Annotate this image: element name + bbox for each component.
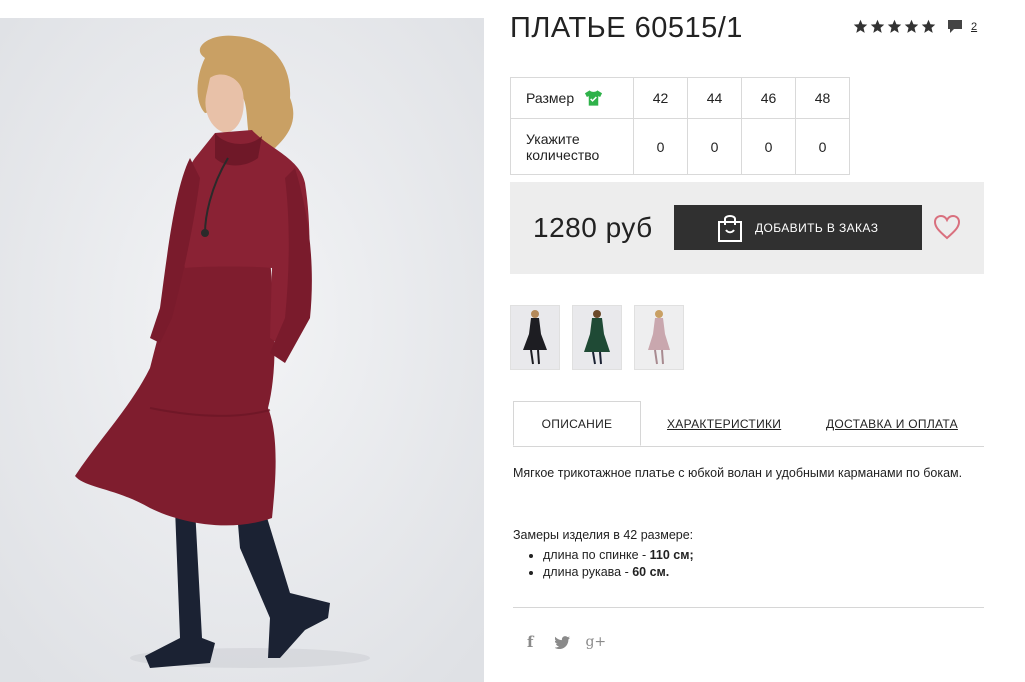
heart-icon[interactable] bbox=[933, 214, 961, 240]
tab-characteristics[interactable]: ХАРАКТЕРИСТИКИ bbox=[667, 417, 781, 431]
divider bbox=[513, 607, 984, 608]
comment-icon[interactable] bbox=[947, 19, 963, 34]
size-option[interactable]: 44 bbox=[687, 77, 742, 119]
measurement-value: 60 см. bbox=[632, 565, 670, 579]
thumbnail-green-dress[interactable] bbox=[572, 305, 622, 370]
size-option[interactable]: 48 bbox=[795, 77, 850, 119]
social-share: f g+ bbox=[527, 633, 606, 651]
color-thumbnails bbox=[510, 305, 696, 370]
quantity-input[interactable]: 0 bbox=[741, 118, 796, 175]
star-icon[interactable] bbox=[921, 19, 936, 34]
size-label-cell: Размер bbox=[510, 77, 634, 119]
quantity-label-line1: Укажите bbox=[526, 130, 580, 147]
twitter-icon[interactable] bbox=[555, 635, 571, 649]
add-to-order-label: ДОБАВИТЬ В ЗАКАЗ bbox=[755, 220, 879, 235]
rating-bar[interactable]: 2 bbox=[853, 19, 977, 34]
measurements-list: длина по спинке - 110 см; длина рукава -… bbox=[513, 547, 694, 581]
model-in-dress-illustration bbox=[0, 18, 484, 682]
size-option[interactable]: 46 bbox=[741, 77, 796, 119]
quantity-input[interactable]: 0 bbox=[687, 118, 742, 175]
star-icon[interactable] bbox=[904, 19, 919, 34]
measurement-label: длина по спинке - bbox=[543, 548, 650, 562]
product-description: Мягкое трикотажное платье с юбкой волан … bbox=[513, 466, 963, 480]
star-icon[interactable] bbox=[870, 19, 885, 34]
product-title: ПЛАТЬЕ 60515/1 bbox=[510, 12, 743, 44]
facebook-icon[interactable]: f bbox=[527, 633, 533, 651]
size-option[interactable]: 42 bbox=[633, 77, 688, 119]
product-price: 1280 руб bbox=[533, 212, 653, 243]
list-item: длина по спинке - 110 см; bbox=[543, 547, 694, 564]
list-item: длина рукава - 60 см. bbox=[543, 564, 694, 581]
measurement-label: длина рукава - bbox=[543, 565, 633, 579]
tab-delivery-payment[interactable]: ДОСТАВКА И ОПЛАТА bbox=[826, 417, 958, 431]
star-icon[interactable] bbox=[887, 19, 902, 34]
star-icon[interactable] bbox=[853, 19, 868, 34]
quantity-input[interactable]: 0 bbox=[795, 118, 850, 175]
price-panel: 1280 руб ДОБАВИТЬ В ЗАКАЗ bbox=[510, 182, 984, 274]
thumbnail-pink-dress[interactable] bbox=[634, 305, 684, 370]
quantity-input[interactable]: 0 bbox=[633, 118, 688, 175]
size-label: Размер bbox=[526, 90, 575, 106]
quantity-label-line2: количество bbox=[526, 146, 600, 163]
measurement-value: 110 см; bbox=[649, 548, 694, 562]
green-dress-thumbnail-image bbox=[573, 306, 621, 369]
size-quantity-table: Размер 42 44 46 48 Укажите количество 0 … bbox=[510, 77, 850, 175]
pink-dress-thumbnail-image bbox=[635, 306, 683, 369]
product-info-tabs: ОПИСАНИЕ ХАРАКТЕРИСТИКИ ДОСТАВКА И ОПЛАТ… bbox=[513, 401, 984, 447]
product-photo[interactable] bbox=[0, 18, 484, 682]
shopping-bag-icon bbox=[718, 214, 742, 242]
comment-count-link[interactable]: 2 bbox=[971, 21, 977, 33]
add-to-order-button[interactable]: ДОБАВИТЬ В ЗАКАЗ bbox=[674, 205, 922, 250]
tab-description[interactable]: ОПИСАНИЕ bbox=[513, 401, 641, 446]
size-chart-tshirt-icon[interactable] bbox=[584, 89, 603, 107]
thumbnail-black-dress[interactable] bbox=[510, 305, 560, 370]
google-plus-icon[interactable]: g+ bbox=[585, 634, 606, 650]
measurements-title: Замеры изделия в 42 размере: bbox=[513, 528, 694, 542]
black-dress-thumbnail-image bbox=[511, 306, 559, 369]
quantity-label-cell: Укажите количество bbox=[510, 118, 634, 175]
